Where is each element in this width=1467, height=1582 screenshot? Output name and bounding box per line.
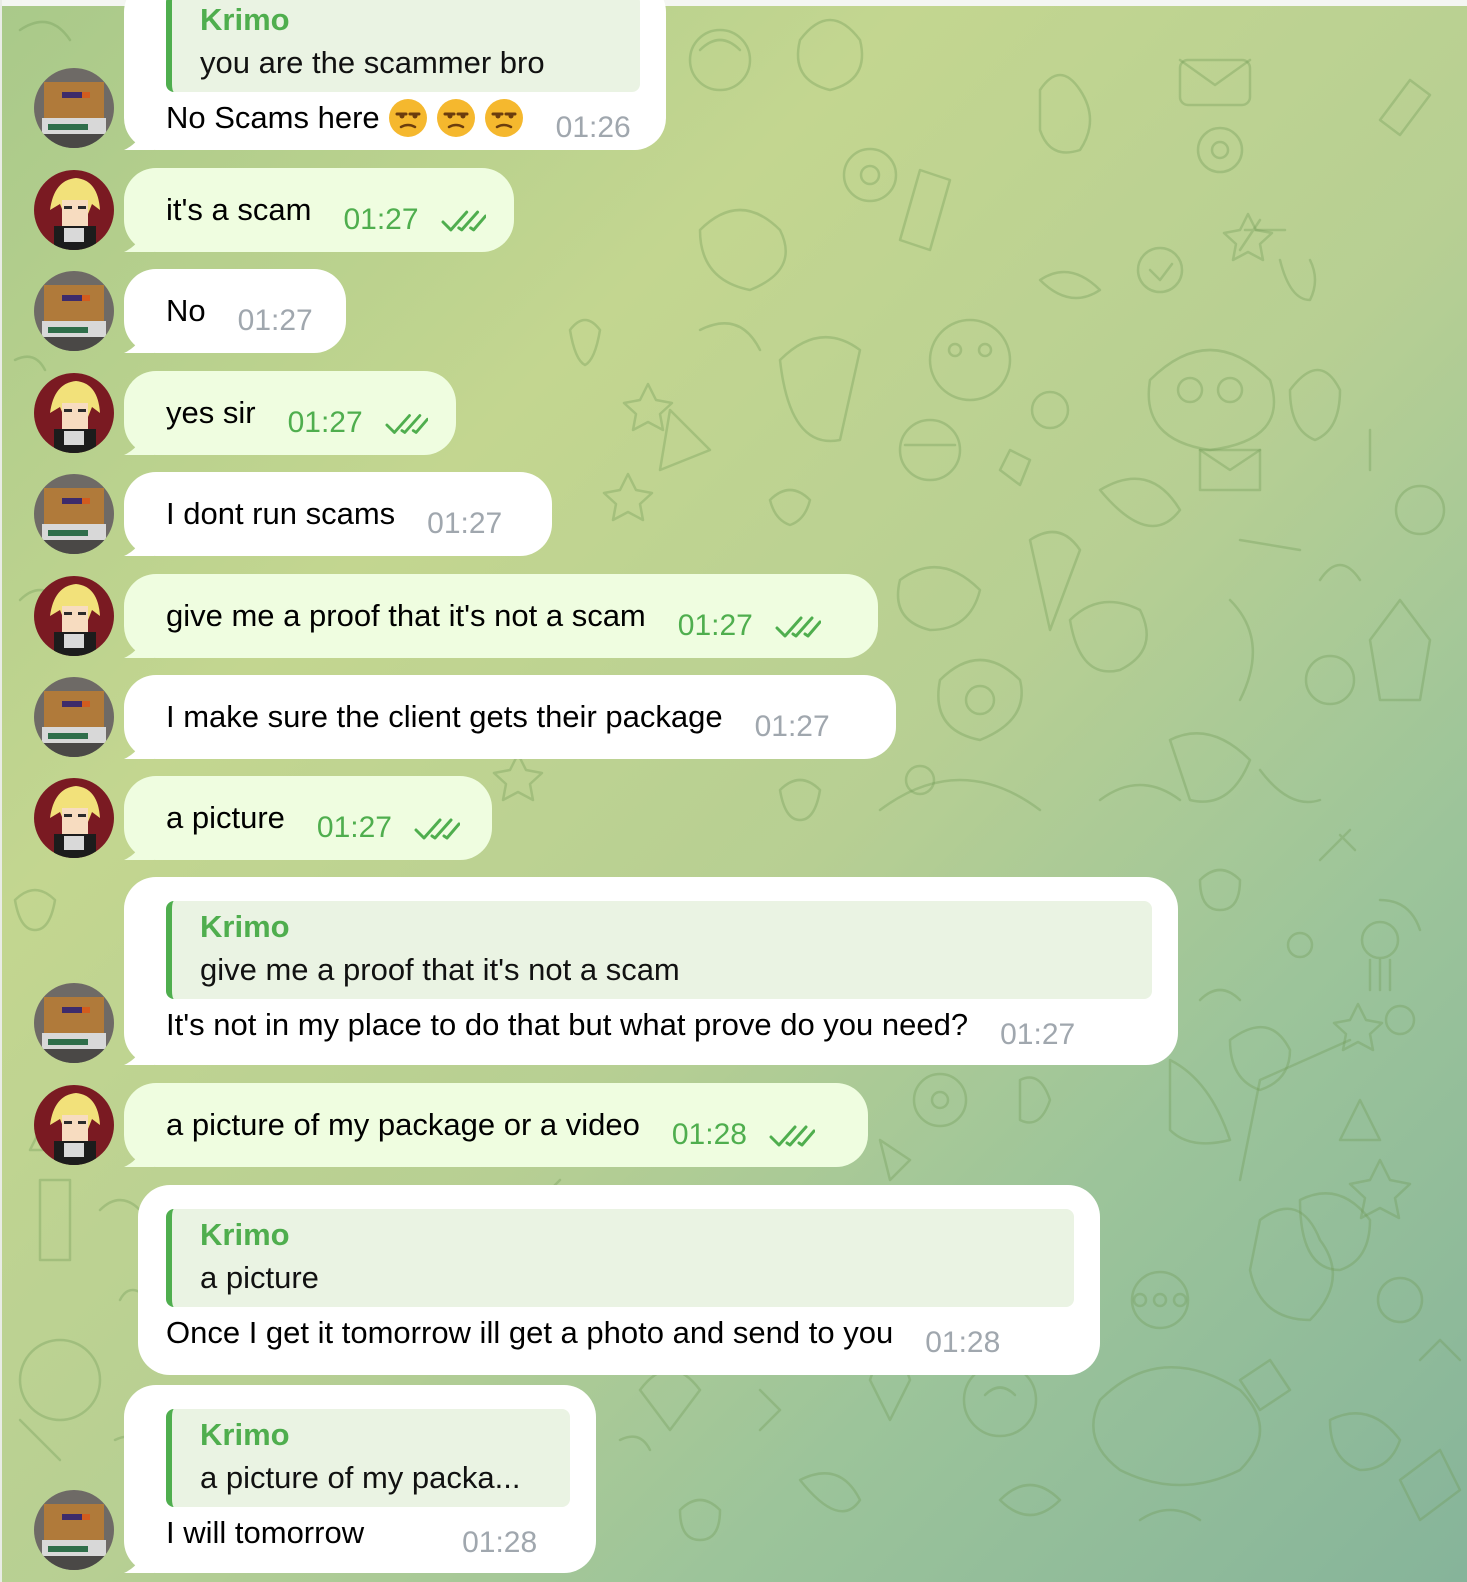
contact-avatar[interactable] — [34, 677, 114, 757]
reply-quote[interactable]: Krimo a picture — [166, 1209, 1074, 1307]
message-text: give me a proof that it's not a scam — [166, 598, 646, 633]
reply-quote[interactable]: Krimo you are the scammer bro — [166, 0, 640, 92]
message-bubble[interactable]: I make sure the client gets their packag… — [124, 675, 896, 759]
message-bubble[interactable]: Krimo you are the scammer bro No Scams h… — [124, 0, 666, 150]
message-text: Once I get it tomorrow ill get a photo a… — [166, 1315, 894, 1350]
reply-quote-text: you are the scammer bro — [200, 45, 545, 80]
own-avatar[interactable] — [34, 778, 114, 858]
double-check-read-icon — [385, 414, 428, 434]
message-time: 01:27 — [343, 203, 419, 236]
message-time: 01:27 — [427, 507, 503, 540]
reply-quote-author: Krimo — [200, 1217, 290, 1252]
message-bubble[interactable]: a picture 01:27 — [124, 776, 492, 860]
double-check-read-icon — [414, 818, 460, 840]
message-text: a picture — [166, 800, 285, 835]
message-time: 01:28 — [925, 1326, 1001, 1359]
reply-quote[interactable]: Krimo a picture of my packa... — [166, 1409, 570, 1507]
message-text: No Scams here — [166, 100, 380, 135]
message-text: it's a scam — [166, 192, 312, 227]
message-time: 01:27 — [237, 304, 313, 337]
message-time: 01:28 — [462, 1526, 538, 1559]
unamused-face-icon — [484, 99, 523, 137]
double-check-read-icon — [769, 1125, 815, 1147]
message-text: I dont run scams — [166, 496, 396, 531]
message-text: a picture of my package or a video — [166, 1107, 640, 1142]
contact-avatar[interactable] — [34, 68, 114, 148]
own-avatar[interactable] — [34, 1085, 114, 1165]
message-time: 01:28 — [671, 1118, 747, 1151]
message-time: 01:27 — [677, 609, 753, 642]
message-bubble[interactable]: yes sir 01:27 — [124, 371, 456, 455]
reply-quote-text: a picture of my packa... — [200, 1460, 521, 1495]
message-text: I make sure the client gets their packag… — [166, 699, 723, 734]
message-bubble[interactable]: No 01:27 — [124, 269, 346, 353]
message-time: 01:26 — [555, 111, 631, 144]
reply-quote-author: Krimo — [200, 1417, 290, 1452]
reply-quote-text: give me a proof that it's not a scam — [200, 952, 680, 987]
reply-quote-author: Krimo — [200, 2, 290, 37]
message-bubble[interactable]: I dont run scams 01:27 — [124, 472, 552, 556]
message-bubble[interactable]: Krimo give me a proof that it's not a sc… — [124, 877, 1178, 1065]
own-avatar[interactable] — [34, 576, 114, 656]
double-check-read-icon — [775, 616, 821, 638]
message-bubble[interactable]: a picture of my package or a video 01:28 — [124, 1083, 868, 1167]
message-bubble[interactable]: it's a scam 01:27 — [124, 168, 514, 252]
own-avatar[interactable] — [34, 170, 114, 250]
message-time: 01:27 — [287, 406, 363, 439]
reply-quote[interactable]: Krimo give me a proof that it's not a sc… — [166, 901, 1152, 999]
message-text: yes sir — [166, 395, 256, 430]
message-bubble[interactable]: Krimo a picture Once I get it tomorrow i… — [138, 1185, 1100, 1375]
contact-avatar[interactable] — [34, 474, 114, 554]
unamused-face-icon — [388, 99, 427, 137]
message-bubble[interactable]: Krimo a picture of my packa... I will to… — [124, 1385, 596, 1573]
message-text: No — [166, 293, 206, 328]
reply-quote-text: a picture — [200, 1260, 319, 1295]
message-time: 01:27 — [1000, 1018, 1076, 1051]
chat-message-list[interactable]: Krimo you are the scammer bro No Scams h… — [0, 0, 1467, 1582]
contact-avatar[interactable] — [34, 983, 114, 1063]
message-text: I will tomorrow — [166, 1515, 365, 1550]
message-text: It's not in my place to do that but what… — [166, 1007, 969, 1042]
message-bubble[interactable]: give me a proof that it's not a scam 01:… — [124, 574, 878, 658]
own-avatar[interactable] — [34, 373, 114, 453]
double-check-read-icon — [441, 210, 486, 232]
contact-avatar[interactable] — [34, 271, 114, 351]
message-time: 01:27 — [754, 710, 830, 743]
contact-avatar[interactable] — [34, 1490, 114, 1570]
message-time: 01:27 — [316, 811, 392, 844]
reply-quote-author: Krimo — [200, 909, 290, 944]
unamused-face-icon — [436, 99, 475, 137]
